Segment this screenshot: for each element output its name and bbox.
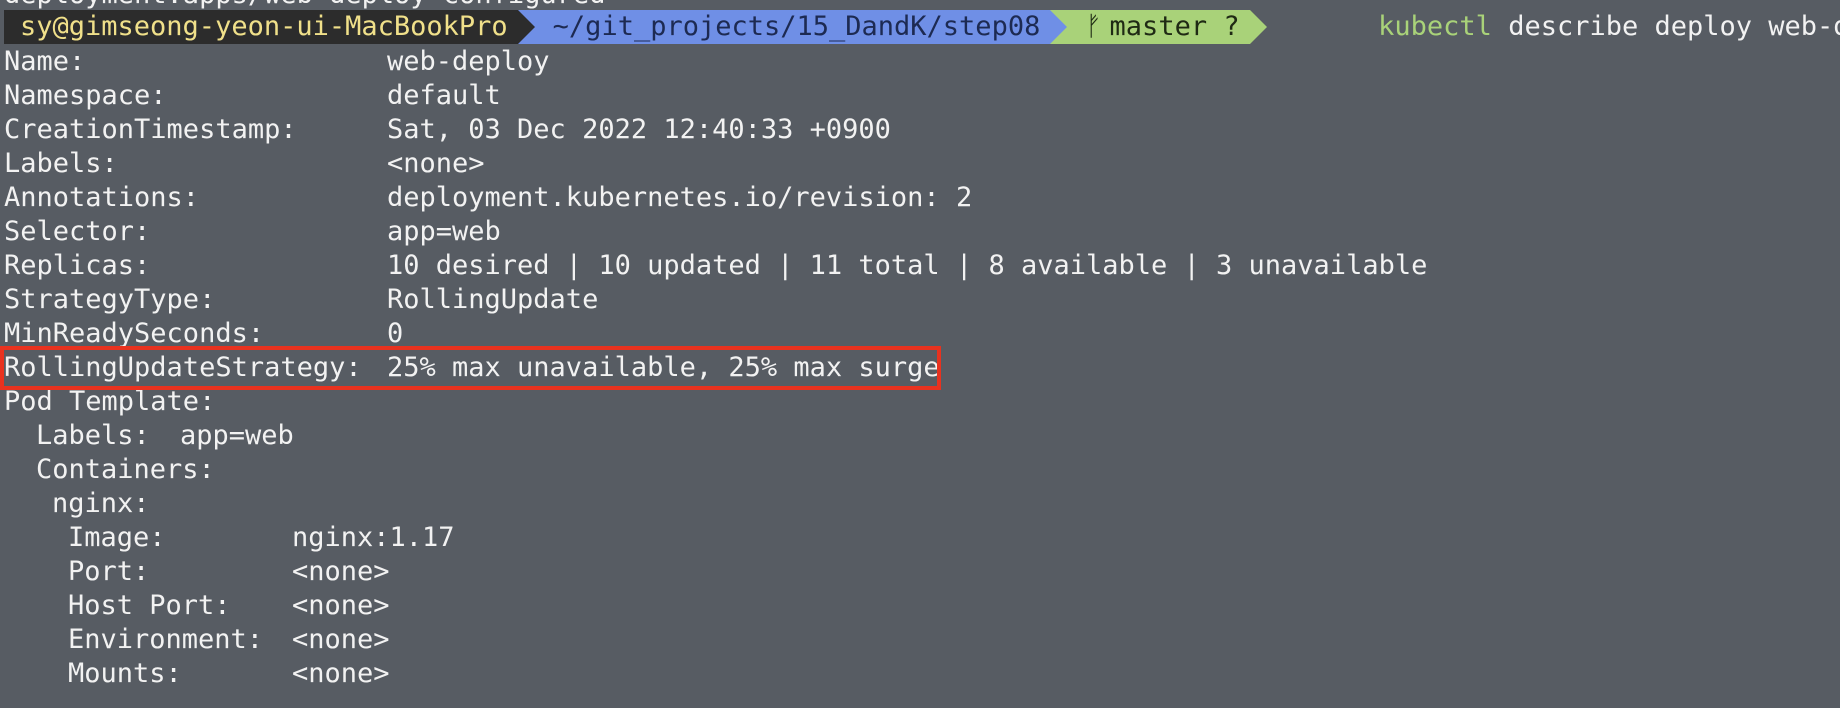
key-annotations: Annotations:: [4, 182, 200, 213]
command-args: describe deploy web-deploy: [1508, 11, 1840, 42]
key-container-nginx: nginx:: [52, 488, 150, 519]
value-labels: <none>: [387, 148, 485, 179]
key-pod-template: Pod Template:: [4, 386, 216, 417]
value-image: nginx:1.17: [292, 522, 455, 553]
prompt-separator-arrow: [517, 10, 535, 44]
key-environment: Environment:: [68, 624, 264, 655]
highlight-box-rolling-update-strategy: [0, 346, 941, 390]
key-host-port: Host Port:: [68, 590, 231, 621]
key-containers: Containers:: [36, 454, 215, 485]
value-port: <none>: [292, 556, 390, 587]
shell-prompt: sy@gimseong-yeon-ui-MacBookPro ~/git_pro…: [4, 10, 1840, 44]
key-image: Image:: [68, 522, 166, 553]
key-selector: Selector:: [4, 216, 151, 247]
key-pod-labels: Labels:: [36, 420, 150, 451]
value-selector: app=web: [387, 216, 501, 247]
value-host-port: <none>: [292, 590, 390, 621]
value-replicas: 10 desired | 10 updated | 11 total | 8 a…: [387, 250, 1428, 281]
prompt-git-status: ᚠ master ?: [1067, 10, 1250, 44]
prompt-user-host: sy@gimseong-yeon-ui-MacBookPro: [4, 10, 518, 44]
git-branch-icon: ᚠ: [1085, 11, 1102, 42]
prompt-git-branch: master ?: [1109, 11, 1240, 42]
command-line[interactable]: kubectl describe deploy web-deploy: [1267, 0, 1840, 78]
prompt-separator-arrow: [1050, 10, 1068, 44]
prompt-separator-arrow: [1249, 10, 1267, 44]
key-creation-timestamp: CreationTimestamp:: [4, 114, 297, 145]
key-name: Name:: [4, 46, 86, 77]
value-creation-timestamp: Sat, 03 Dec 2022 12:40:33 +0900: [387, 114, 891, 145]
terminal-window[interactable]: deployment.apps/web-deploy configured sy…: [0, 0, 1840, 708]
value-pod-labels: app=web: [180, 420, 294, 451]
key-port: Port:: [68, 556, 150, 587]
value-annotations: deployment.kubernetes.io/revision: 2: [387, 182, 973, 213]
key-mounts: Mounts:: [68, 658, 182, 689]
command-name: kubectl: [1378, 11, 1492, 42]
value-strategy-type: RollingUpdate: [387, 284, 599, 315]
key-labels: Labels:: [4, 148, 118, 179]
value-mounts: <none>: [292, 658, 390, 689]
value-namespace: default: [387, 80, 501, 111]
prompt-path: ~/git_projects/15_DandK/step08: [534, 10, 1051, 44]
key-namespace: Namespace:: [4, 80, 167, 111]
key-replicas: Replicas:: [4, 250, 151, 281]
value-environment: <none>: [292, 624, 390, 655]
value-name: web-deploy: [387, 46, 550, 77]
key-strategy-type: StrategyType:: [4, 284, 216, 315]
